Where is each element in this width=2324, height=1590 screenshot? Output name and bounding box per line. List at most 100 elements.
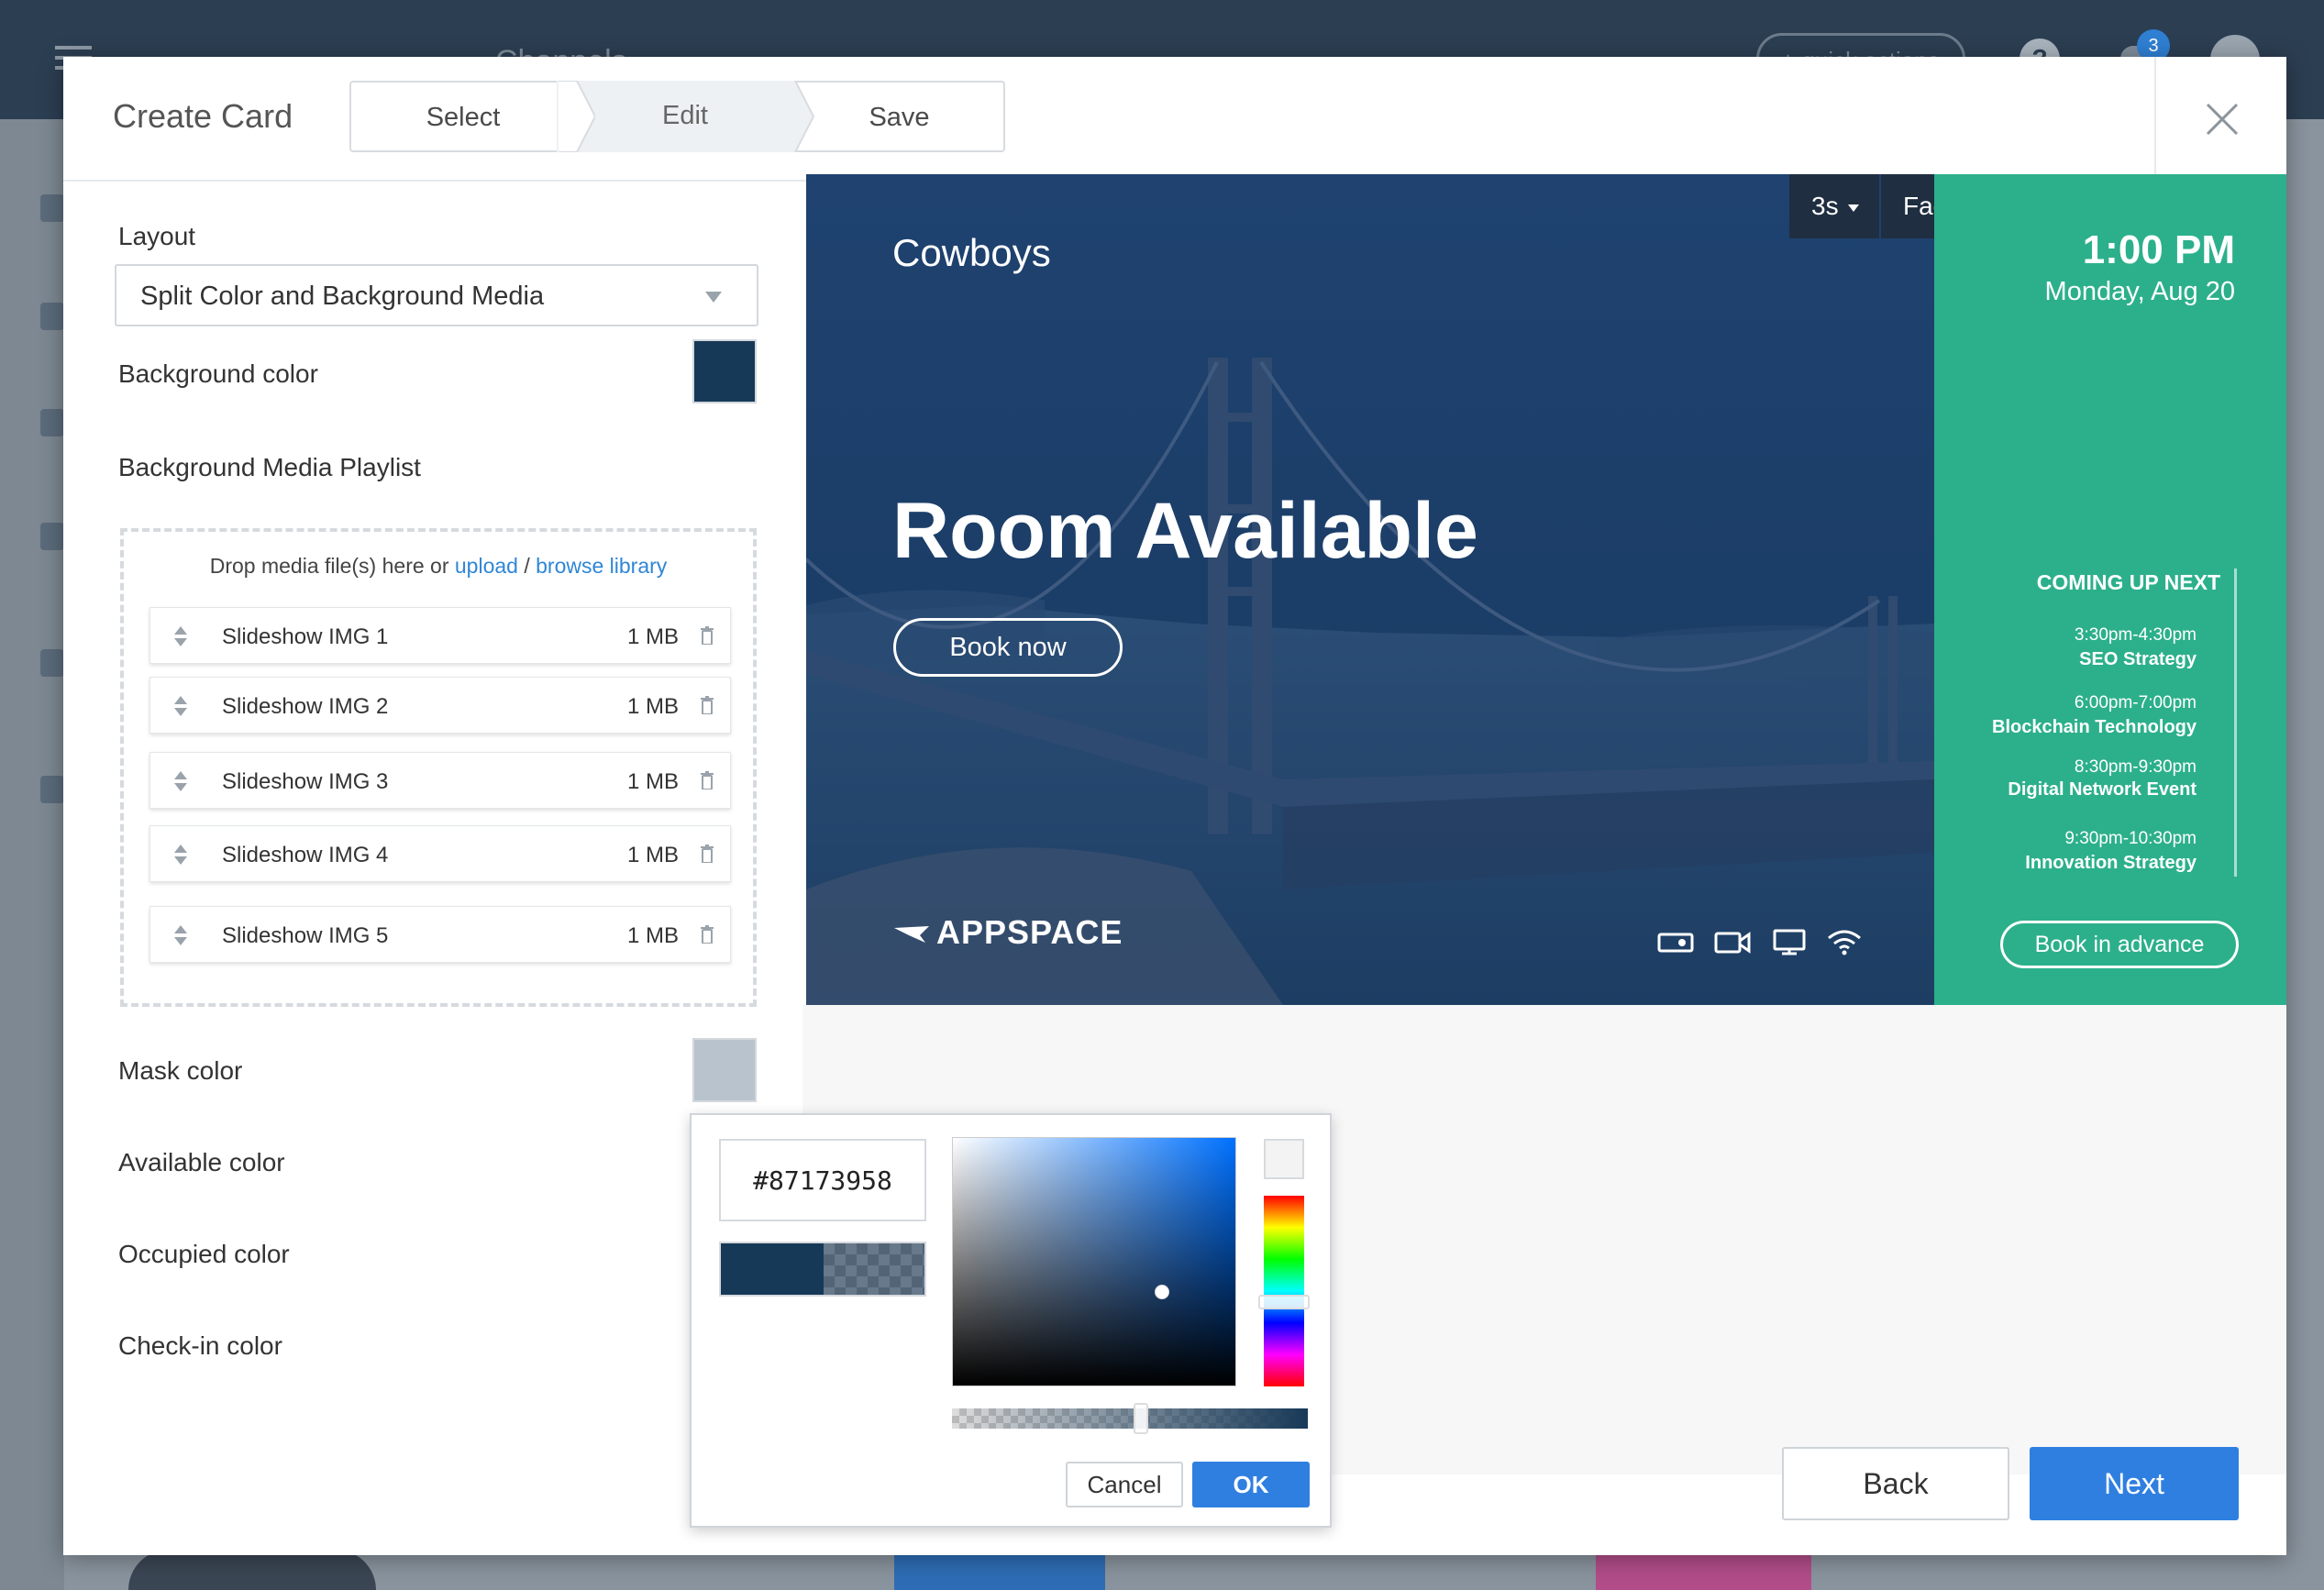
step-select[interactable]: Select [349, 81, 575, 152]
hue-slider[interactable] [1258, 1196, 1310, 1386]
upload-link[interactable]: upload [455, 554, 518, 578]
drag-handle-icon[interactable] [174, 925, 187, 947]
appspace-logo-mark [894, 926, 929, 944]
monitor-icon [1773, 929, 1806, 955]
event-time: 6:00pm-7:00pm [2074, 693, 2197, 712]
mask-color-swatch[interactable] [692, 1038, 757, 1102]
event-time: 3:30pm-4:30pm [2074, 625, 2197, 645]
duration-value: 3s [1811, 192, 1839, 220]
current-time: 1:00 PM [2082, 227, 2235, 272]
event-name: Innovation Strategy [2025, 853, 2197, 873]
app-sidebar [0, 119, 64, 1590]
book-now-button[interactable]: Book now [893, 618, 1123, 677]
event-name: Blockchain Technology [1992, 717, 2197, 737]
list-item[interactable]: Slideshow IMG 5 1 MB [149, 906, 731, 963]
trash-icon[interactable] [701, 845, 714, 863]
drag-handle-icon[interactable] [174, 771, 187, 793]
room-status: Room Available [892, 487, 1478, 575]
event-time: 8:30pm-9:30pm [2074, 757, 2197, 777]
alpha-slider-handle[interactable] [1134, 1403, 1148, 1434]
drop-text: Drop media file(s) here or [209, 554, 449, 578]
schedule-sidebar: 1:00 PM Monday, Aug 20 COMING UP NEXT 3:… [1934, 174, 2286, 1005]
devices-icon[interactable] [40, 523, 64, 550]
list-item[interactable]: Slideshow IMG 4 1 MB [149, 825, 731, 882]
event-time: 9:30pm-10:30pm [2064, 829, 2197, 848]
list-item[interactable]: Slideshow IMG 2 1 MB [149, 677, 731, 734]
ok-button[interactable]: OK [1192, 1462, 1310, 1507]
checkin-color-label: Check-in color [118, 1331, 282, 1360]
media-size: 1 MB [627, 694, 680, 719]
projector-icon [1657, 933, 1694, 953]
occupied-color-label: Occupied color [118, 1240, 290, 1268]
hex-color-input[interactable] [719, 1139, 926, 1221]
background-thumbnail [894, 1550, 1105, 1590]
modal-header: Create Card Select Edit Save [63, 57, 2286, 182]
media-size: 1 MB [627, 769, 680, 794]
alpha-color-swatch [824, 1243, 924, 1295]
caret-down-icon [1847, 204, 1859, 212]
media-name: Slideshow IMG 2 [222, 694, 389, 719]
browse-library-link[interactable]: browse library [536, 554, 667, 578]
step-separator-chevron [557, 81, 595, 152]
media-size: 1 MB [627, 923, 680, 948]
layout-select-value: Split Color and Background Media [140, 282, 545, 311]
room-name: Cowboys [892, 231, 1051, 274]
background-color-label: Background color [118, 359, 318, 388]
appspace-logo: APPSPACE [892, 913, 1123, 952]
available-color-label: Available color [118, 1148, 285, 1176]
next-button[interactable]: Next [2030, 1447, 2239, 1520]
close-icon[interactable] [2202, 99, 2242, 139]
wizard-stepper: Select Edit Save [349, 81, 1060, 152]
media-dropzone[interactable]: Drop media file(s) here or upload / brow… [120, 528, 757, 1007]
background-media-image [806, 174, 1934, 1005]
library-icon[interactable] [40, 409, 64, 436]
trash-icon[interactable] [701, 626, 714, 645]
drag-handle-icon[interactable] [174, 626, 187, 648]
event-name: Digital Network Event [2008, 779, 2197, 800]
step-save[interactable]: Save [795, 81, 1005, 152]
media-size: 1 MB [627, 624, 680, 649]
color-picker-popover: Cancel OK [690, 1113, 1332, 1528]
drag-handle-icon[interactable] [174, 845, 187, 867]
trash-icon[interactable] [701, 771, 714, 789]
layout-label: Layout [118, 222, 196, 250]
schedule-divider [2234, 569, 2237, 877]
event-name: SEO Strategy [2079, 649, 2197, 669]
drag-handle-icon[interactable] [174, 696, 187, 718]
hue-preview-swatch [1264, 1139, 1304, 1179]
coming-up-title: COMING UP NEXT [2036, 570, 2220, 594]
users-icon[interactable] [40, 649, 64, 677]
dashboard-icon[interactable] [40, 194, 64, 222]
book-in-advance-button[interactable]: Book in advance [2000, 921, 2239, 968]
chevron-down-icon [705, 292, 722, 303]
background-thumbnail [128, 1550, 376, 1590]
video-camera-icon [1714, 932, 1751, 954]
hue-slider-handle[interactable] [1258, 1295, 1310, 1309]
list-item[interactable]: Slideshow IMG 3 1 MB [149, 752, 731, 809]
background-color-swatch[interactable] [692, 339, 757, 403]
color-comparison-swatch [719, 1242, 926, 1297]
alpha-slider[interactable] [952, 1403, 1308, 1434]
media-name: Slideshow IMG 1 [222, 624, 389, 649]
cancel-button[interactable]: Cancel [1066, 1462, 1183, 1507]
duration-dropdown[interactable]: 3s [1789, 174, 1879, 238]
drop-instructions: Drop media file(s) here or upload / brow… [124, 554, 753, 579]
media-playlist-label: Background Media Playlist [118, 453, 421, 481]
media-size: 1 MB [627, 843, 680, 867]
layout-select[interactable]: Split Color and Background Media [115, 264, 758, 326]
wifi-icon [1828, 930, 1861, 955]
close-area [2154, 57, 2286, 182]
step-edit[interactable]: Edit [575, 81, 795, 152]
color-selector-handle[interactable] [1155, 1285, 1169, 1299]
media-name: Slideshow IMG 4 [222, 843, 389, 867]
trash-icon[interactable] [701, 925, 714, 944]
saturation-value-area[interactable] [952, 1137, 1236, 1386]
tasks-icon[interactable] [40, 776, 64, 803]
media-name: Slideshow IMG 5 [222, 923, 389, 948]
list-item[interactable]: Slideshow IMG 1 1 MB [149, 607, 731, 664]
back-button[interactable]: Back [1782, 1447, 2009, 1520]
trash-icon[interactable] [701, 696, 714, 714]
channels-icon[interactable] [40, 303, 64, 330]
modal-title: Create Card [113, 97, 293, 135]
mask-color-label: Mask color [118, 1056, 243, 1085]
